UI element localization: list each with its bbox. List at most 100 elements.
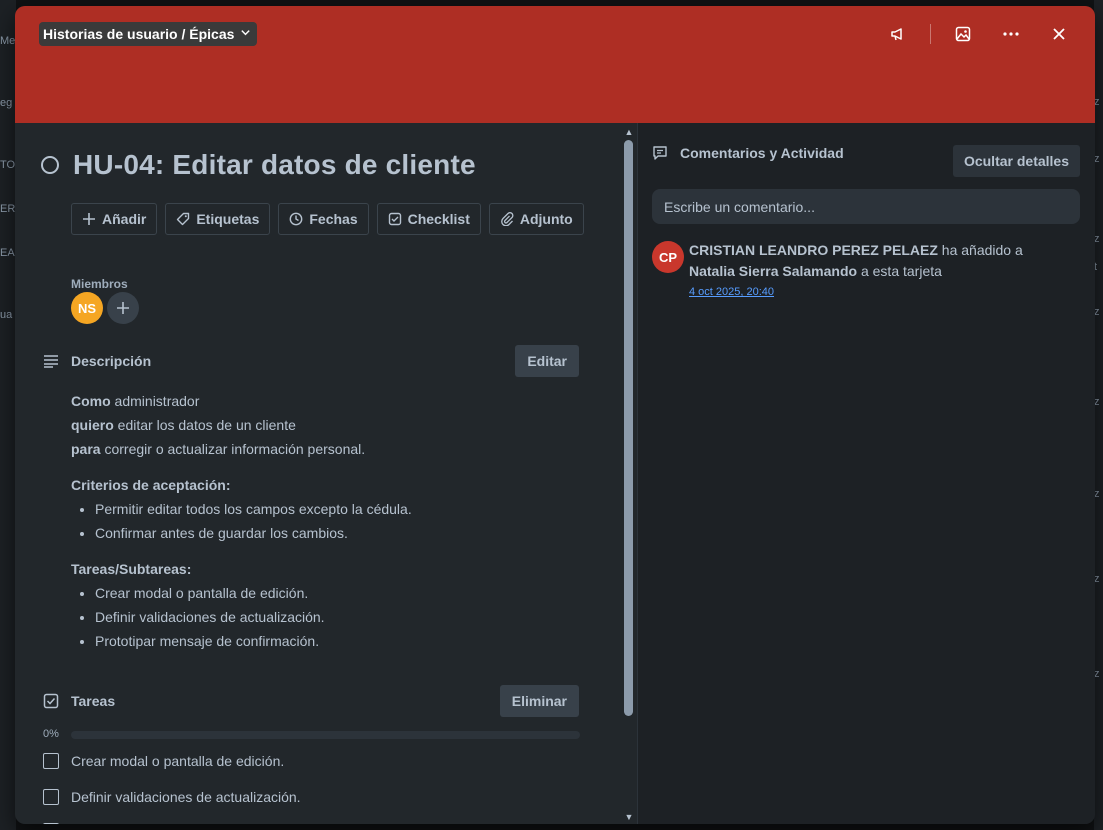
- list-item: Crear modal o pantalla de edición.: [95, 581, 581, 605]
- desc-keyword: para: [71, 441, 101, 457]
- delete-checklist-button[interactable]: Eliminar: [499, 685, 579, 717]
- description-body[interactable]: Como administrador quiero editar los dat…: [71, 389, 581, 653]
- activity-text: CRISTIAN LEANDRO PEREZ PELAEZ ha añadido…: [689, 240, 1072, 282]
- main-scrollbar[interactable]: ▲ ▼: [621, 123, 637, 824]
- comment-input[interactable]: [652, 189, 1080, 224]
- checklist-item-checkbox[interactable]: [43, 753, 59, 769]
- desc-text: editar los datos de un cliente: [113, 417, 296, 433]
- card-main-panel: HU-04: Editar datos de cliente Añadir Et…: [15, 123, 621, 824]
- card-actions: Añadir Etiquetas Fechas Checklist Adjunt…: [71, 203, 584, 235]
- labels-button[interactable]: Etiquetas: [165, 203, 271, 235]
- checkbox-icon: [388, 212, 401, 226]
- background-fragment: z: [1094, 153, 1100, 165]
- dates-button-label: Fechas: [309, 211, 358, 227]
- card-title[interactable]: HU-04: Editar datos de cliente: [73, 149, 476, 181]
- activity-target[interactable]: Natalia Sierra Salamando: [689, 263, 857, 279]
- background-fragment: z: [1094, 396, 1100, 408]
- card-modal: Historias de usuario / Épicas HU-04: Edi…: [15, 6, 1095, 824]
- criteria-list: Permitir editar todos los campos excepto…: [71, 497, 581, 545]
- list-selector[interactable]: Historias de usuario / Épicas: [39, 22, 258, 46]
- scroll-thumb[interactable]: [624, 140, 633, 716]
- checklist-progress-label: 0%: [43, 728, 59, 740]
- activity-entry: CP CRISTIAN LEANDRO PEREZ PELAEZ ha añad…: [652, 241, 1072, 300]
- title-row: HU-04: Editar datos de cliente: [41, 149, 476, 181]
- list-item: Confirmar antes de guardar los cambios.: [95, 521, 581, 545]
- members-list: NS: [71, 292, 139, 324]
- background-board-left: Me eg TO ER EA ua: [0, 0, 16, 830]
- header-separator: [930, 24, 931, 44]
- activity-action: ha añadido a: [937, 242, 1023, 258]
- background-board-right: z z z t z z z z z: [1094, 0, 1103, 830]
- activity-timestamp[interactable]: 4 oct 2025, 20:40: [689, 286, 774, 298]
- add-button-label: Añadir: [102, 211, 147, 227]
- activity-actor[interactable]: CRISTIAN LEANDRO PEREZ PELAEZ: [689, 242, 938, 258]
- desc-keyword: Como: [71, 393, 111, 409]
- avatar[interactable]: CP: [652, 241, 684, 273]
- clock-icon: [289, 212, 303, 226]
- background-fragment: z: [1094, 96, 1100, 108]
- plus-icon: [117, 302, 129, 314]
- background-fragment: z: [1094, 233, 1100, 245]
- scroll-down-icon[interactable]: ▼: [624, 812, 634, 822]
- background-fragment: ua: [0, 309, 13, 321]
- background-fragment: z: [1094, 488, 1100, 500]
- edit-description-button[interactable]: Editar: [515, 345, 579, 377]
- attachment-button[interactable]: Adjunto: [488, 203, 584, 235]
- activity-title: Comentarios y Actividad: [680, 145, 844, 161]
- checklist-item-checkbox[interactable]: [43, 789, 59, 805]
- checklist-item-partial: [43, 823, 59, 824]
- dates-button[interactable]: Fechas: [278, 203, 369, 235]
- checklist-item-checkbox[interactable]: [43, 823, 59, 824]
- activity-suffix: a esta tarjeta: [857, 263, 942, 279]
- checklist-item-label[interactable]: Crear modal o pantalla de edición.: [71, 753, 284, 769]
- checklist-title: Tareas: [71, 693, 116, 709]
- background-fragment: TO: [0, 159, 16, 171]
- description-title: Descripción: [71, 353, 152, 369]
- members-label: Miembros: [71, 277, 128, 291]
- megaphone-icon[interactable]: [882, 20, 914, 48]
- subtasks-title: Tareas/Subtareas:: [71, 561, 192, 577]
- hide-details-button[interactable]: Ocultar detalles: [952, 145, 1080, 177]
- card-cover: Historias de usuario / Épicas: [15, 6, 1095, 123]
- list-name: Historias de usuario / Épicas: [43, 26, 235, 42]
- more-icon[interactable]: [995, 20, 1027, 48]
- checkbox-icon: [43, 693, 59, 709]
- checklist-item-label[interactable]: Definir validaciones de actualización.: [71, 789, 301, 805]
- chevron-down-icon: [240, 27, 251, 41]
- checklist-item: Crear modal o pantalla de edición.: [43, 753, 284, 769]
- background-fragment: eg: [0, 97, 13, 109]
- close-icon[interactable]: [1043, 20, 1075, 48]
- background-fragment: z: [1094, 573, 1100, 585]
- add-member-button[interactable]: [107, 292, 139, 324]
- desc-text: corregir o actualizar información person…: [100, 441, 366, 457]
- attachment-button-label: Adjunto: [519, 211, 573, 227]
- checklist-header: Tareas: [43, 693, 115, 709]
- checklist-progress-bar: [71, 731, 580, 739]
- list-item: Prototipar mensaje de confirmación.: [95, 629, 581, 653]
- plus-icon: [83, 213, 95, 225]
- list-item: Definir validaciones de actualización.: [95, 605, 581, 629]
- background-fragment: z: [1094, 306, 1100, 318]
- activity-panel: Comentarios y Actividad Ocultar detalles…: [638, 123, 1095, 824]
- checklist-item: Definir validaciones de actualización.: [43, 789, 301, 805]
- comment-icon: [653, 146, 667, 160]
- checklist-button[interactable]: Checklist: [376, 203, 481, 235]
- image-icon[interactable]: [947, 20, 979, 48]
- avatar[interactable]: NS: [71, 292, 103, 324]
- paperclip-icon: [500, 212, 514, 226]
- background-fragment: ER: [0, 203, 16, 215]
- criteria-title: Criterios de aceptación:: [71, 477, 231, 493]
- description-icon: [44, 355, 58, 368]
- description-header: Descripción: [43, 353, 151, 369]
- add-button[interactable]: Añadir: [71, 203, 158, 235]
- header-actions: [882, 20, 1075, 48]
- complete-toggle[interactable]: [41, 156, 59, 174]
- activity-header: Comentarios y Actividad: [652, 145, 844, 161]
- desc-keyword: quiero: [71, 417, 114, 433]
- background-fragment: t: [1094, 261, 1098, 273]
- scroll-up-icon[interactable]: ▲: [624, 127, 634, 137]
- background-fragment: z: [1094, 668, 1100, 680]
- tag-icon: [177, 212, 190, 226]
- labels-button-label: Etiquetas: [196, 211, 260, 227]
- checklist-button-label: Checklist: [407, 211, 470, 227]
